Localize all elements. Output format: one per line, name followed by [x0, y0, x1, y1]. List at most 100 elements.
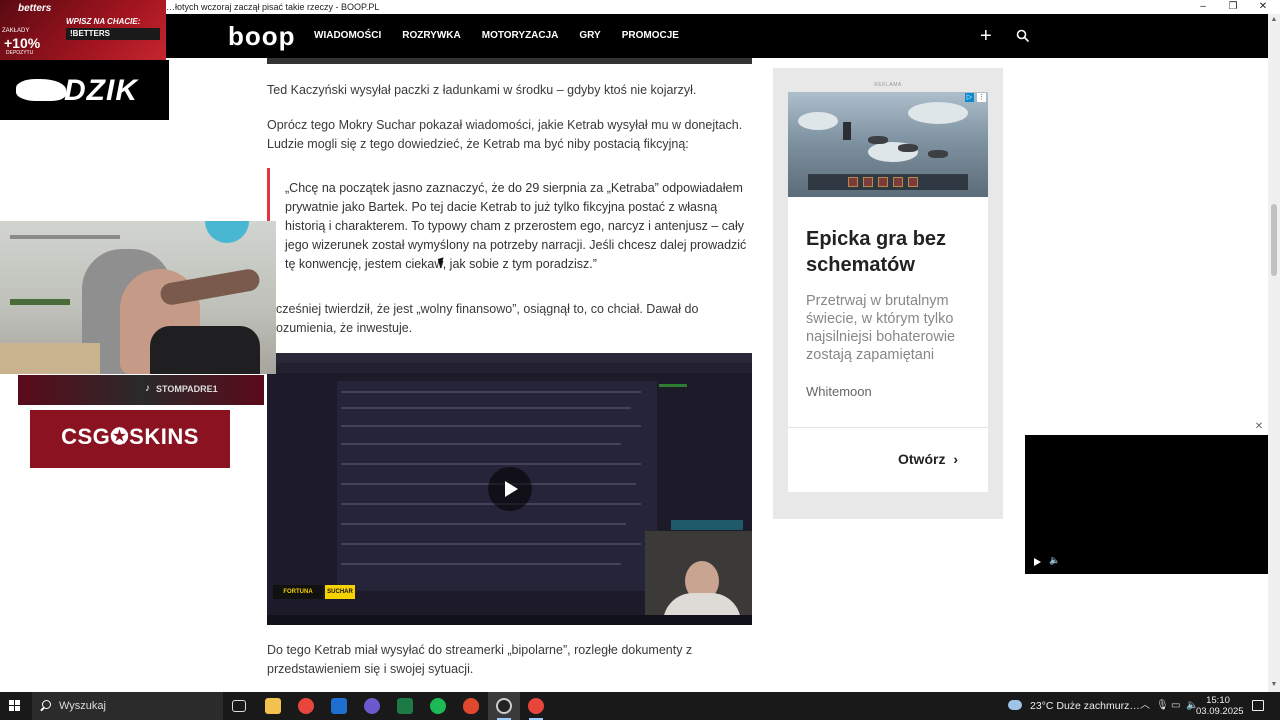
- webcam-streamer-shirt: [150, 326, 260, 374]
- tray-chevron-icon[interactable]: ︿: [1140, 692, 1150, 720]
- chrome-icon[interactable]: [528, 698, 544, 714]
- article-paragraph-3: cześniej twierdził, że jest „wolny finan…: [276, 302, 699, 335]
- app-icon[interactable]: [331, 698, 347, 714]
- betters-overlay: betters ZAKŁADY +10% DEPOZYTU WPISZ NA C…: [0, 0, 166, 60]
- notification-icon[interactable]: [1252, 700, 1264, 711]
- scroll-up-arrow-icon[interactable]: ▲: [1268, 16, 1280, 23]
- ad-label: REKLAMA: [874, 82, 902, 88]
- video-row: [341, 563, 621, 565]
- main-nav: WIADOMOŚCI ROZRYWKA MOTORYZACJA GRY PROM…: [314, 14, 679, 58]
- ad-close-icon[interactable]: ⋮: [977, 93, 986, 102]
- ad-advertiser: Whitemoon: [806, 384, 872, 399]
- windows-taskbar: Wyszukaj 23°C Duże zachmurz… ︿ 🎙 ▭ 🔈 15:…: [0, 692, 1280, 720]
- ad-divider: [788, 427, 988, 428]
- video-row: [341, 407, 631, 409]
- ad-image-hud: [808, 174, 968, 190]
- video-browser-tabs: [267, 353, 752, 363]
- task-view-icon[interactable]: [232, 700, 246, 712]
- taskbar-search-placeholder: Wyszukaj: [59, 700, 106, 712]
- nav-item-gry[interactable]: GRY: [579, 14, 600, 58]
- microphone-icon[interactable]: 🎙: [1156, 692, 1169, 720]
- dzik-overlay: DZIK: [0, 60, 169, 120]
- weather-text[interactable]: 23°C Duże zachmurz…: [1030, 692, 1140, 720]
- page-scrollbar[interactable]: ▲ ▼: [1268, 14, 1280, 692]
- video-row: [341, 425, 641, 427]
- ad-image-wolf: [898, 144, 918, 152]
- ad-image-wolf: [928, 150, 948, 158]
- obs-icon[interactable]: [496, 698, 512, 714]
- play-icon[interactable]: [1034, 558, 1041, 566]
- betters-code: !BETTERS: [66, 28, 160, 40]
- play-icon: [505, 481, 518, 497]
- ad-image-hud-slot: [863, 177, 873, 187]
- webcam-shelf: [10, 299, 70, 305]
- weather-icon[interactable]: [1008, 700, 1022, 710]
- ad-image-hud-slot: [878, 177, 888, 187]
- ad-image-snow: [908, 102, 968, 124]
- quote-text: „Chcę na początek jasno zaznaczyć, że do…: [285, 181, 747, 271]
- volume-icon[interactable]: 🔈: [1049, 555, 1060, 566]
- window-titlebar: …łotych wczoraj zaczął pisać takie rzecz…: [0, 0, 1280, 14]
- ad-headline[interactable]: Epicka gra bez schematów: [806, 226, 981, 278]
- nav-item-motoryzacja[interactable]: MOTORYZACJA: [482, 14, 559, 58]
- tiktok-overlay: ♪ STOMPADRE1: [18, 375, 264, 405]
- video-row: [341, 523, 626, 525]
- nav-item-promocje[interactable]: PROMOCJE: [622, 14, 679, 58]
- nav-item-rozrywka[interactable]: ROZRYWKA: [402, 14, 461, 58]
- video-webcam: [645, 531, 752, 625]
- windows-start-icon[interactable]: [9, 700, 21, 712]
- article-paragraph-4: Do tego Ketrab miał wysyłać do streamerk…: [267, 643, 693, 676]
- site-logo[interactable]: boop: [228, 22, 296, 50]
- streamer-webcam: [0, 221, 276, 374]
- scroll-down-arrow-icon[interactable]: ▼: [1268, 681, 1280, 688]
- ad-cta-button[interactable]: Otwórz ›: [898, 451, 958, 467]
- close-window-button[interactable]: ✕: [1248, 0, 1278, 14]
- floating-video-player[interactable]: 🔈: [1025, 435, 1268, 574]
- ad-info-icon[interactable]: ▷: [965, 93, 974, 102]
- excel-icon[interactable]: [397, 698, 413, 714]
- video-play-button[interactable]: [488, 467, 532, 511]
- webcam-table: [0, 343, 100, 374]
- csgoskins-overlay: CSG✪SKINS: [30, 410, 230, 468]
- video-browser-addressbar: [267, 363, 752, 373]
- article-paragraph-2: Oprócz tego Mokry Suchar pokazał wiadomo…: [267, 118, 743, 151]
- window-title: …łotych wczoraj zaczął pisać takie rzecz…: [166, 2, 380, 12]
- restore-button[interactable]: ❐: [1218, 0, 1248, 14]
- discord-icon[interactable]: [364, 698, 380, 714]
- article-media-bottom: [267, 58, 752, 64]
- boar-icon: [16, 79, 66, 101]
- file-explorer-icon[interactable]: [265, 698, 281, 714]
- nav-item-wiadomosci[interactable]: WIADOMOŚCI: [314, 14, 381, 58]
- clock-time: 15:10: [1206, 695, 1230, 706]
- chrome-icon[interactable]: [298, 698, 314, 714]
- dzik-logo: DZIK: [64, 74, 138, 107]
- spotify-icon[interactable]: [430, 698, 446, 714]
- article-blockquote: „Chcę na początek jasno zaznaczyć, że do…: [267, 168, 752, 276]
- tiktok-icon: ♪: [145, 383, 150, 394]
- video-sponsor-logo: FORTUNA: [273, 585, 323, 599]
- scrollbar-thumb[interactable]: [1271, 204, 1277, 276]
- csgoskins-logo: CSG✪SKINS: [61, 424, 199, 449]
- ad-image-hud-slot: [848, 177, 858, 187]
- webcam-lamp: [205, 221, 249, 243]
- clock-date: 03.09.2025: [1196, 706, 1244, 717]
- taskbar-search-input[interactable]: Wyszukaj: [32, 692, 223, 720]
- site-navbar: boop WIADOMOŚCI ROZRYWKA MOTORYZACJA GRY…: [0, 14, 1268, 58]
- chevron-right-icon: ›: [953, 451, 959, 467]
- minimize-button[interactable]: –: [1188, 0, 1218, 14]
- ad-image-hero: [843, 122, 851, 140]
- ad-image-snow: [798, 112, 838, 130]
- video-row: [341, 463, 641, 465]
- ad-image[interactable]: [788, 92, 988, 197]
- ad-description: Przetrwaj w brutalnym świecie, w którym …: [806, 293, 956, 363]
- float-player-close-button[interactable]: ✕: [1250, 419, 1268, 435]
- network-icon[interactable]: ▭: [1171, 692, 1180, 720]
- ad-image-hud-slot: [908, 177, 918, 187]
- video-chat-banner: [671, 520, 743, 530]
- webcam-shelf: [10, 235, 120, 239]
- brave-icon[interactable]: [463, 698, 479, 714]
- search-icon[interactable]: [1016, 29, 1030, 43]
- video-inner-taskbar: [267, 615, 752, 625]
- plus-icon[interactable]: +: [980, 26, 992, 46]
- taskbar-clock[interactable]: 15:10 03.09.2025: [1196, 695, 1244, 717]
